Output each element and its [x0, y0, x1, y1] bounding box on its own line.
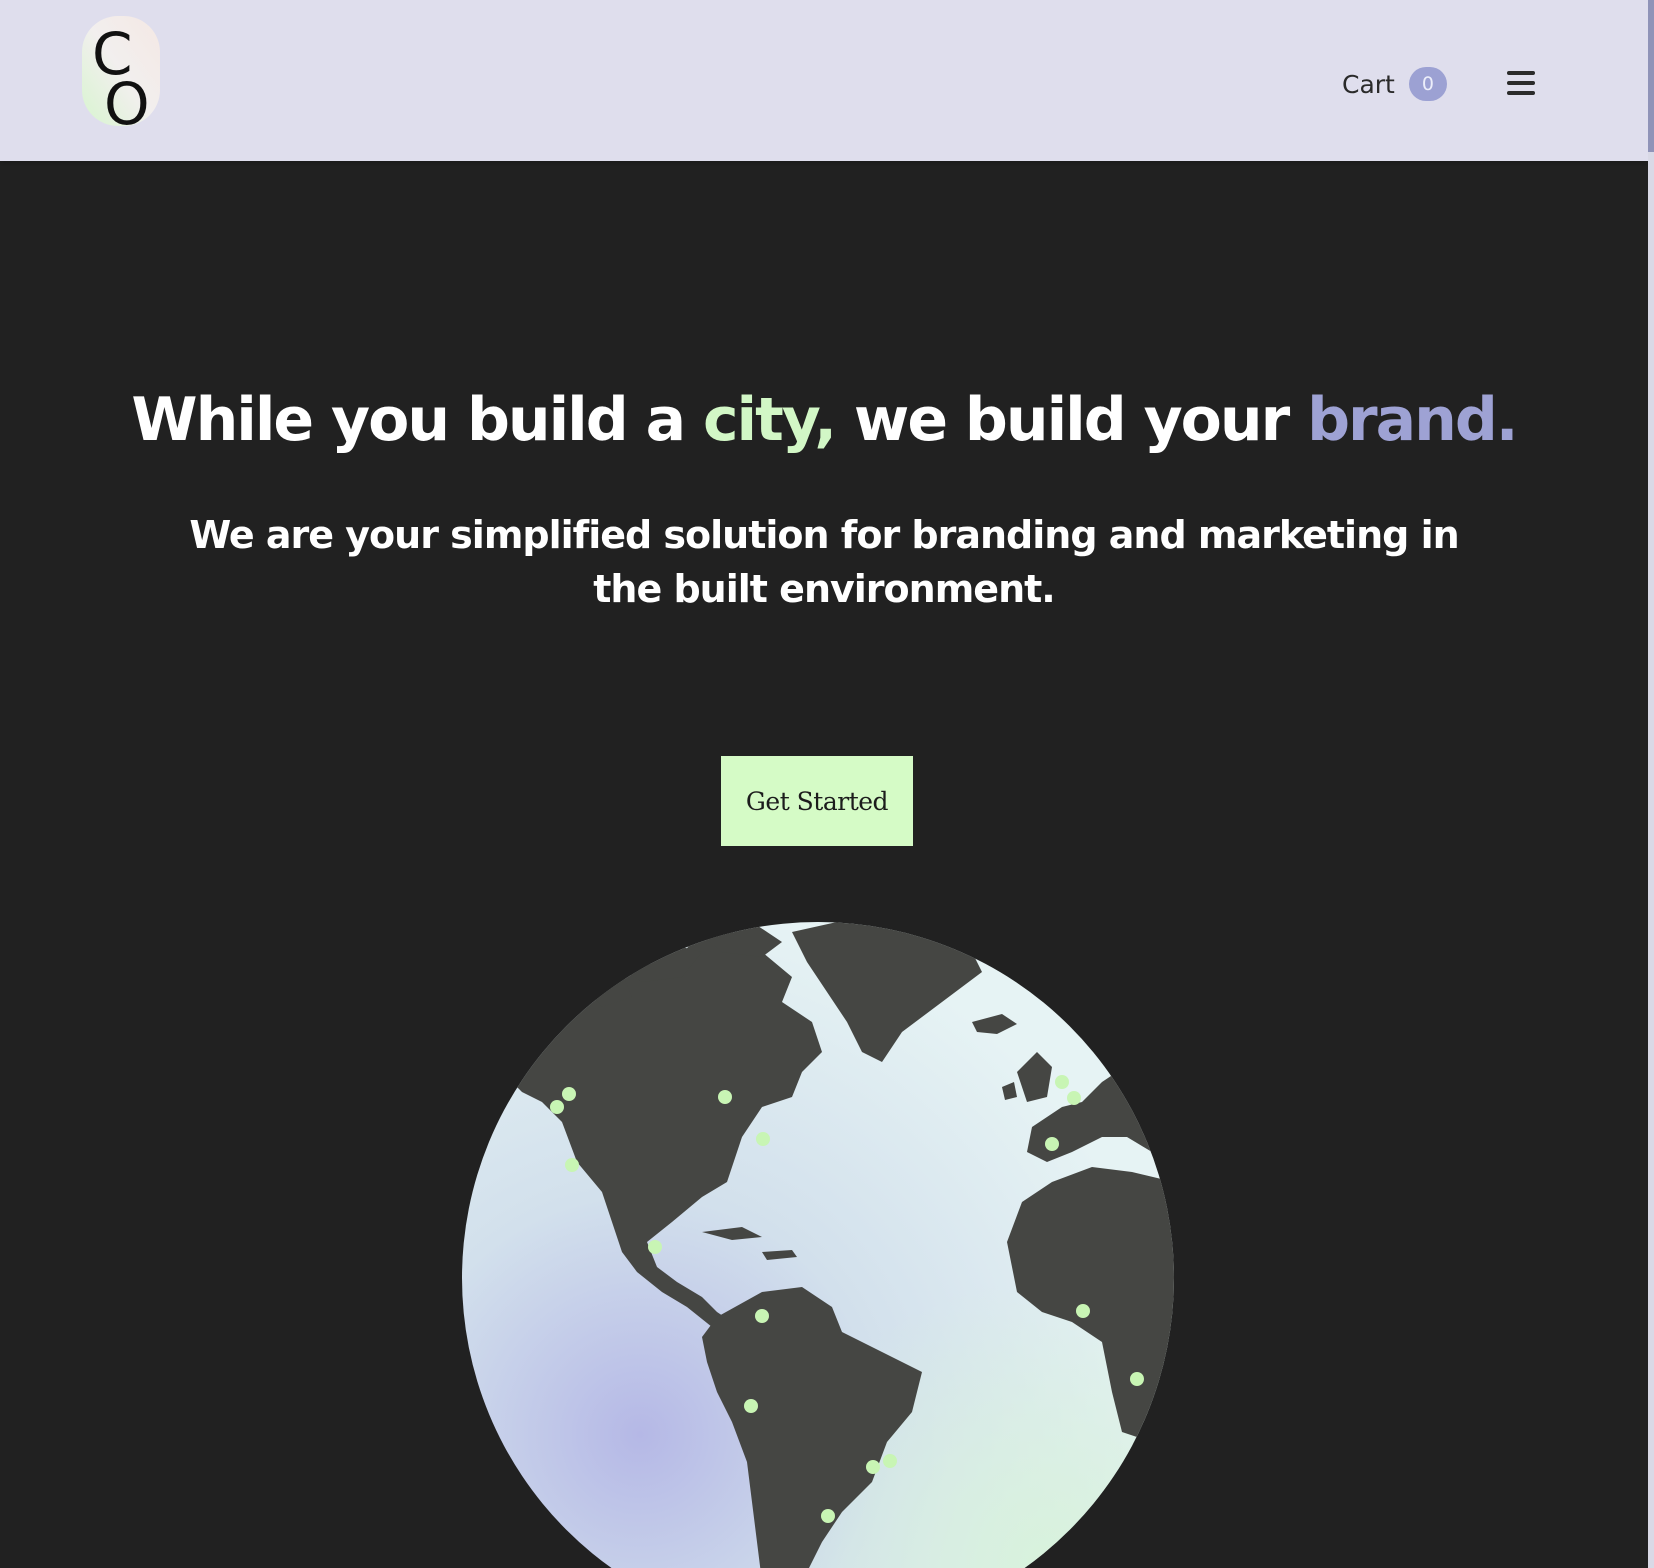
hero-title-highlight-brand: brand.	[1307, 385, 1518, 455]
hero-subtitle: We are your simplified solution for bran…	[189, 513, 1459, 611]
cart-label: Cart	[1342, 69, 1395, 99]
scrollbar-thumb[interactable]	[1648, 0, 1654, 152]
globe-illustration	[462, 922, 1174, 1568]
hamburger-icon[interactable]	[1505, 68, 1537, 98]
svg-text:O: O	[104, 70, 150, 128]
site-header: C O Cart 0	[0, 0, 1648, 161]
logo-icon[interactable]: C O	[82, 14, 160, 138]
scrollbar-track[interactable]	[1648, 0, 1654, 1568]
hero-title-part1: While you build a	[131, 385, 703, 455]
cart-button[interactable]: Cart 0	[1342, 66, 1447, 102]
hero-title: While you build a city, we build your br…	[0, 385, 1648, 455]
hero-title-highlight-city: city,	[702, 385, 837, 455]
hero-title-part2: we build your	[835, 385, 1308, 455]
cart-count-badge: 0	[1408, 67, 1447, 101]
get-started-button[interactable]: Get Started	[721, 756, 913, 846]
